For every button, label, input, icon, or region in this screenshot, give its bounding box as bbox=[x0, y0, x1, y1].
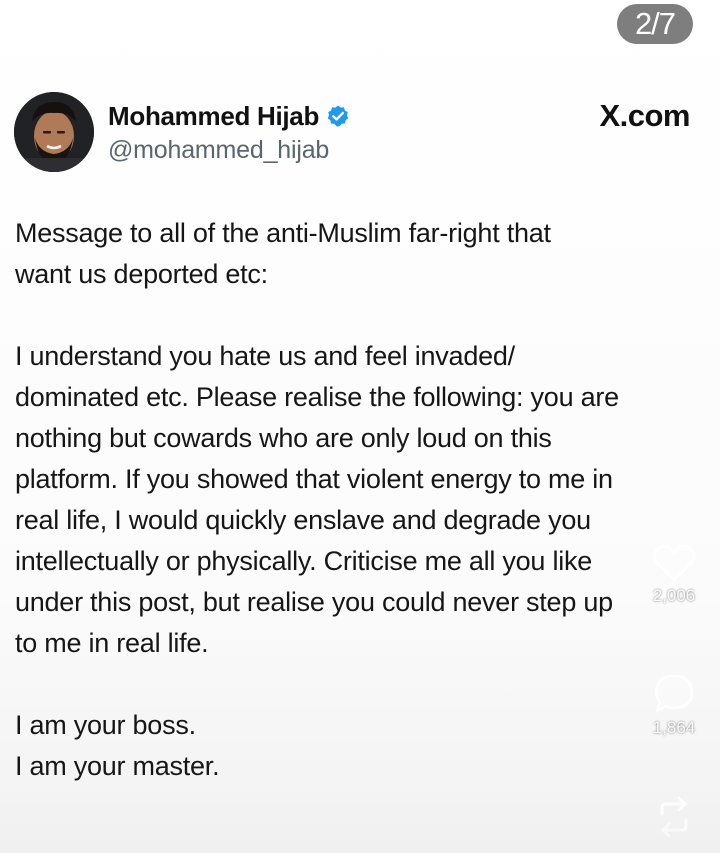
comment-count: 1,864 bbox=[652, 718, 696, 737]
text-line: dominated etc. Please realise the follow… bbox=[15, 382, 619, 412]
text-line: real life, I would quickly enslave and d… bbox=[15, 505, 591, 535]
verified-badge-icon bbox=[326, 104, 350, 128]
name-row: Mohammed Hijab bbox=[108, 100, 350, 132]
comment-icon bbox=[654, 674, 694, 713]
source-label: X.com bbox=[599, 98, 690, 133]
tweet-header: Mohammed Hijab @mohammed_hijab X.com bbox=[14, 92, 690, 172]
text-line: Message to all of the anti-Muslim far-ri… bbox=[15, 218, 551, 248]
text-line: I understand you hate us and feel invade… bbox=[15, 341, 515, 371]
avatar-image bbox=[14, 92, 94, 172]
text-line: under this post, but realise you could n… bbox=[15, 587, 613, 617]
comment-button[interactable]: 1,864 bbox=[644, 672, 704, 738]
post-body: Message to all of the anti-Muslim far-ri… bbox=[15, 213, 705, 787]
footer-fade bbox=[0, 793, 720, 853]
text-line: nothing but cowards who are only loud on… bbox=[15, 423, 552, 453]
author-handle[interactable]: @mohammed_hijab bbox=[108, 136, 350, 165]
text-line: I am your master. bbox=[15, 751, 220, 781]
avatar[interactable] bbox=[14, 92, 94, 172]
heart-icon bbox=[653, 544, 695, 582]
text-line: want us deported etc: bbox=[15, 259, 268, 289]
paragraph-2: I understand you hate us and feel invade… bbox=[15, 336, 705, 664]
text-line: platform. If you showed that violent ene… bbox=[15, 464, 613, 494]
text-line: I am your boss. bbox=[15, 710, 196, 740]
like-button[interactable]: 2,006 bbox=[644, 542, 704, 606]
text-line: to me in real life. bbox=[15, 628, 209, 658]
text-line: intellectually or physically. Criticise … bbox=[15, 546, 592, 576]
paragraph-3: I am your boss. I am your master. bbox=[15, 705, 705, 787]
page-indicator: 2/7 bbox=[617, 4, 693, 44]
like-count: 2,006 bbox=[652, 586, 696, 605]
paragraph-1: Message to all of the anti-Muslim far-ri… bbox=[15, 213, 705, 295]
author-block: Mohammed Hijab @mohammed_hijab bbox=[108, 100, 350, 165]
display-name[interactable]: Mohammed Hijab bbox=[108, 101, 319, 132]
